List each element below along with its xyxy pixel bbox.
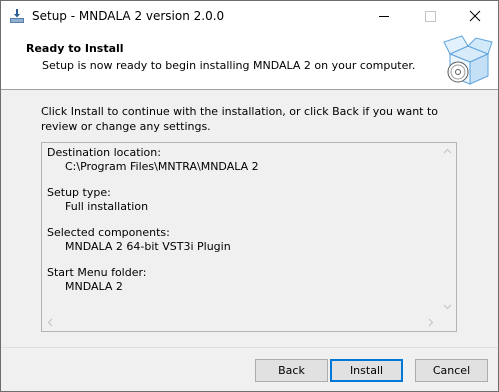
vertical-scrollbar[interactable] — [439, 143, 456, 315]
components-value: MNDALA 2 64-bit VST3i Plugin — [65, 240, 231, 253]
footer-divider — [1, 347, 498, 348]
maximize-icon — [425, 11, 436, 22]
page-title: Ready to Install — [26, 42, 124, 55]
back-button[interactable]: Back — [255, 359, 328, 382]
page-subtitle: Setup is now ready to begin installing M… — [42, 59, 416, 72]
minimize-button[interactable] — [361, 1, 407, 31]
wizard-header: Ready to Install Setup is now ready to b… — [1, 31, 498, 90]
components-label: Selected components: — [47, 226, 170, 239]
start-menu-value: MNDALA 2 — [65, 280, 123, 293]
horizontal-scrollbar-arrows-icon — [47, 318, 434, 327]
install-summary-content: Destination location: C:\Program Files\M… — [47, 146, 259, 294]
destination-label: Destination location: — [47, 146, 161, 159]
title-bar[interactable]: Setup - MNDALA 2 version 2.0.0 — [1, 1, 498, 31]
instructions-text: Click Install to continue with the insta… — [41, 105, 439, 133]
install-button[interactable]: Install — [330, 359, 403, 382]
window-title: Setup - MNDALA 2 version 2.0.0 — [32, 9, 225, 23]
scrollbar-corner — [439, 314, 456, 331]
setup-type-value: Full installation — [65, 200, 149, 213]
vertical-scrollbar-arrows-icon — [443, 148, 452, 310]
maximize-button[interactable] — [407, 1, 453, 31]
minimize-icon — [379, 16, 389, 17]
start-menu-label: Start Menu folder: — [47, 266, 147, 279]
install-summary-memo[interactable]: Destination location: C:\Program Files\M… — [41, 142, 457, 332]
cancel-button[interactable]: Cancel — [415, 359, 488, 382]
close-icon — [469, 10, 481, 22]
destination-value: C:\Program Files\MNTRA\MNDALA 2 — [65, 160, 259, 173]
setup-window: Setup - MNDALA 2 version 2.0.0 Ready to … — [0, 0, 499, 392]
software-box-icon — [443, 35, 493, 85]
installer-app-icon — [10, 9, 24, 23]
close-button[interactable] — [452, 1, 498, 31]
horizontal-scrollbar[interactable] — [42, 314, 439, 331]
setup-type-label: Setup type: — [47, 186, 111, 199]
